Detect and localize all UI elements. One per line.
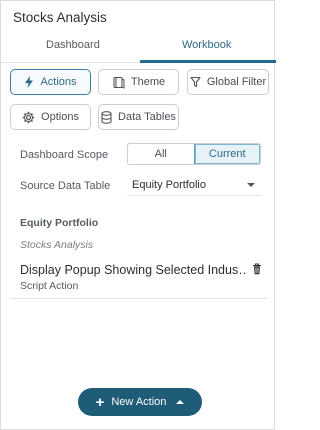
plus-icon: + xyxy=(95,393,105,411)
database-icon xyxy=(101,110,112,124)
global-filter-button-label: Global Filter xyxy=(206,76,267,88)
chevron-up-icon xyxy=(176,400,185,404)
new-action-button[interactable]: + New Action xyxy=(78,388,202,416)
trash-icon[interactable] xyxy=(252,263,262,275)
dashboard-scope-toggle: All Current xyxy=(127,143,261,165)
section-title: Equity Portfolio xyxy=(20,217,99,229)
gear-icon xyxy=(22,111,35,123)
theme-button-label: Theme xyxy=(130,76,166,88)
active-tab-indicator xyxy=(140,60,276,63)
options-button-label: Options xyxy=(41,111,79,123)
options-button[interactable]: Options xyxy=(10,104,91,130)
theme-button[interactable]: Theme xyxy=(98,69,179,95)
panel-title: Stocks Analysis xyxy=(13,10,107,25)
action-type: Script Action xyxy=(20,280,79,292)
actions-button-label: Actions xyxy=(40,76,77,88)
lightning-icon xyxy=(25,76,34,88)
tab-dashboard[interactable]: Dashboard xyxy=(46,39,100,51)
section-subtitle: Stocks Analysis xyxy=(20,239,94,251)
data-tables-button[interactable]: Data Tables xyxy=(98,104,179,130)
source-data-table-value: Equity Portfolio xyxy=(132,178,206,191)
source-data-table-select[interactable]: Equity Portfolio xyxy=(127,174,261,196)
filter-funnel-icon xyxy=(190,76,201,88)
tab-bar: Dashboard Workbook xyxy=(1,33,276,63)
dashboard-scope-label: Dashboard Scope xyxy=(20,149,109,161)
scope-option-current[interactable]: Current xyxy=(193,144,260,164)
action-list-item[interactable]: Display Popup Showing Selected Indus… Sc… xyxy=(10,259,267,299)
workbook-panel: Stocks Analysis Dashboard Workbook Actio… xyxy=(0,0,276,430)
tab-workbook[interactable]: Workbook xyxy=(182,39,231,51)
theme-book-icon xyxy=(113,76,125,89)
data-tables-button-label: Data Tables xyxy=(118,111,176,123)
source-data-table-label: Source Data Table xyxy=(20,180,111,192)
action-name: Display Popup Showing Selected Indus… xyxy=(20,263,248,277)
new-action-label: New Action xyxy=(111,396,167,408)
global-filter-button[interactable]: Global Filter xyxy=(187,69,269,95)
chevron-down-icon xyxy=(247,183,255,187)
scope-option-all[interactable]: All xyxy=(128,144,194,164)
actions-button[interactable]: Actions xyxy=(10,69,91,95)
